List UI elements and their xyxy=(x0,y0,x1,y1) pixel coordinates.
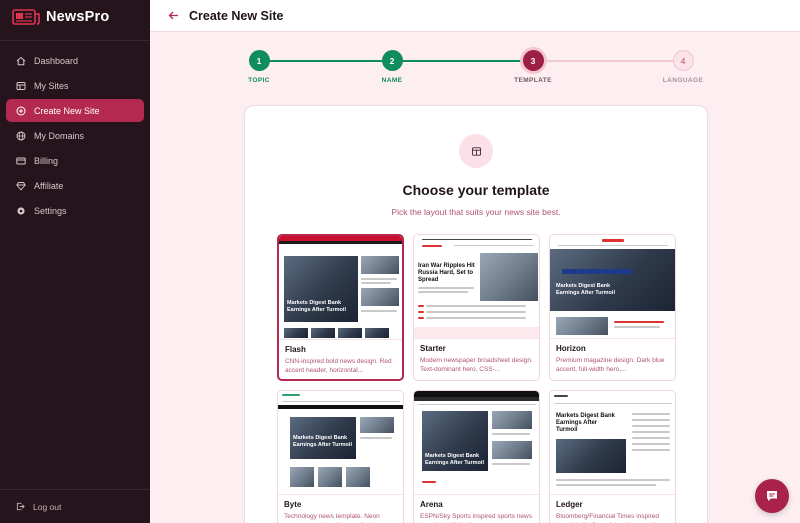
sidebar-item-create-new-site[interactable]: Create New Site xyxy=(6,99,144,122)
step-number: 2 xyxy=(381,50,403,71)
diamond-icon xyxy=(16,181,26,190)
sites-icon xyxy=(16,81,26,90)
template-preview-headline: Markets Digest Bank Earnings After Turmo… xyxy=(425,453,484,466)
template-grid: Markets Digest Bank Earnings After Turmo… xyxy=(277,234,676,523)
template-preview-flash: Markets Digest Bank Earnings After Turmo… xyxy=(279,236,402,340)
step-topic[interactable]: 1 TOPIC xyxy=(229,50,289,84)
page-title: Create New Site xyxy=(189,8,284,23)
credit-card-icon xyxy=(16,157,26,164)
template-preview-headline: Iran War Ripples Hit Russia Hard, Set to… xyxy=(418,263,475,283)
chat-bubble-icon xyxy=(767,491,777,501)
sidebar-item-settings[interactable]: Settings xyxy=(6,199,144,222)
template-icon-badge xyxy=(459,134,493,168)
template-name: Starter xyxy=(420,344,446,353)
step-name[interactable]: 2 NAME xyxy=(362,50,422,84)
sidebar-item-billing[interactable]: Billing xyxy=(6,149,144,172)
template-name: Arena xyxy=(420,500,443,509)
plus-circle-icon xyxy=(16,106,26,115)
sidebar-item-label: Settings xyxy=(34,205,67,216)
sidebar-item-label: Create New Site xyxy=(34,105,100,116)
sidebar-item-label: Affiliate xyxy=(34,180,64,191)
card-title: Choose your template xyxy=(402,182,550,198)
back-arrow-icon[interactable] xyxy=(168,10,179,21)
sidebar-item-label: My Domains xyxy=(34,130,85,141)
logout-label: Log out xyxy=(33,501,62,512)
template-preview-arena: Markets Digest Bank Earnings After Turmo… xyxy=(414,391,539,495)
sidebar-item-affiliate[interactable]: Affiliate xyxy=(6,174,144,197)
template-preview-headline: Markets Digest Bank Earnings After Turmo… xyxy=(293,435,352,448)
newspaper-logo-icon xyxy=(12,9,40,25)
template-preview-headline: Markets Digest Bank Earnings After Turmo… xyxy=(556,283,615,296)
template-description: Premium magazine design. Dark blue accen… xyxy=(556,357,665,373)
template-preview-headline: Markets Digest Bank Earnings After Turmo… xyxy=(556,413,616,433)
template-name: Ledger xyxy=(556,500,583,509)
template-preview-horizon: Markets Digest Bank Earnings After Turmo… xyxy=(550,235,675,339)
template-preview-starter: Iran War Ripples Hit Russia Hard, Set to… xyxy=(414,235,539,339)
step-number: 1 xyxy=(248,50,270,71)
template-preview-ledger: Markets Digest Bank Earnings After Turmo… xyxy=(550,391,675,495)
brand[interactable]: NewsPro xyxy=(0,0,150,34)
template-description: CNN-inspired bold news design. Red accen… xyxy=(285,358,392,374)
template-card-ledger[interactable]: Markets Digest Bank Earnings After Turmo… xyxy=(549,390,676,523)
template-description: ESPN/Sky Sports inspired sports news tem… xyxy=(420,513,532,523)
template-card-starter[interactable]: Iran War Ripples Hit Russia Hard, Set to… xyxy=(413,234,540,381)
template-card-arena[interactable]: Markets Digest Bank Earnings After Turmo… xyxy=(413,390,540,523)
template-card-flash[interactable]: Markets Digest Bank Earnings After Turmo… xyxy=(277,234,404,381)
sidebar: NewsPro Dashboard My Sites Create New Si… xyxy=(0,0,150,523)
sidebar-item-dashboard[interactable]: Dashboard xyxy=(6,49,144,72)
template-preview-byte: Markets Digest Bank Earnings After Turmo… xyxy=(278,391,403,495)
template-card-byte[interactable]: Markets Digest Bank Earnings After Turmo… xyxy=(277,390,404,523)
template-description: Technology news template. Neon green acc… xyxy=(284,513,381,523)
step-label: TOPIC xyxy=(248,77,270,84)
template-picker-card: Choose your template Pick the layout tha… xyxy=(244,105,708,523)
template-name: Flash xyxy=(285,345,306,354)
brand-name: NewsPro xyxy=(46,9,110,25)
sidebar-item-my-domains[interactable]: My Domains xyxy=(6,124,144,147)
template-description: Bloomberg/Financial Times inspired templ… xyxy=(556,513,664,523)
page-header: Create New Site xyxy=(150,0,800,32)
step-language: 4 LANGUAGE xyxy=(653,50,713,84)
step-label: TEMPLATE xyxy=(514,77,552,84)
step-template[interactable]: 3 TEMPLATE xyxy=(503,50,563,84)
gear-icon xyxy=(17,206,25,215)
sidebar-item-label: My Sites xyxy=(34,80,69,91)
sidebar-nav: Dashboard My Sites Create New Site My Do… xyxy=(0,41,150,232)
template-name: Horizon xyxy=(556,344,586,353)
step-label: LANGUAGE xyxy=(662,77,704,84)
sidebar-item-label: Dashboard xyxy=(34,55,79,66)
step-number: 4 xyxy=(672,50,694,71)
sidebar-item-my-sites[interactable]: My Sites xyxy=(6,74,144,97)
logout-button[interactable]: Log out xyxy=(0,489,150,523)
globe-icon xyxy=(16,131,26,140)
card-subtitle: Pick the layout that suits your news sit… xyxy=(391,207,561,217)
sidebar-item-label: Billing xyxy=(34,155,59,166)
template-card-horizon[interactable]: Markets Digest Bank Earnings After Turmo… xyxy=(549,234,676,381)
step-label: NAME xyxy=(381,77,403,84)
progress-stepper: 1 TOPIC 2 NAME 3 TEMPLATE 4 LANGUAGE xyxy=(150,50,800,90)
layout-icon xyxy=(471,146,481,156)
chat-button[interactable] xyxy=(755,479,789,513)
home-icon xyxy=(16,56,26,65)
logout-icon xyxy=(16,502,25,511)
step-number: 3 xyxy=(522,50,544,71)
template-preview-headline: Markets Digest Bank Earnings After Turmo… xyxy=(287,300,346,313)
template-name: Byte xyxy=(284,500,302,509)
template-description: Modern newspaper broadsheet design. Text… xyxy=(420,357,533,373)
